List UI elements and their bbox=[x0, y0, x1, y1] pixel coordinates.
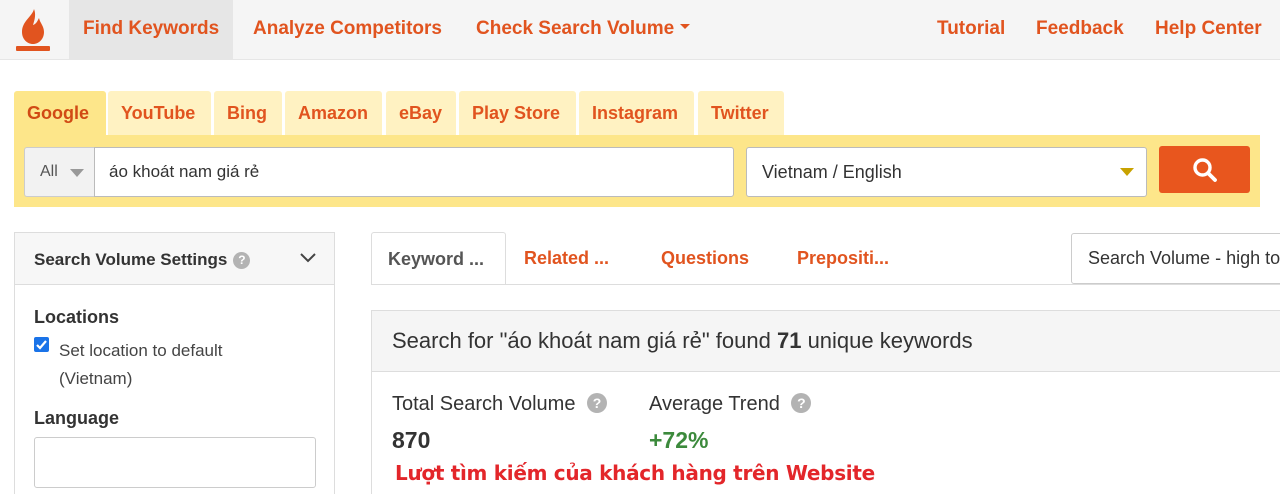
sort-select[interactable]: Search Volume - high to low bbox=[1071, 233, 1280, 284]
nav-help-center[interactable]: Help Center bbox=[1141, 0, 1276, 60]
engine-tab-google[interactable]: Google bbox=[14, 91, 106, 135]
engine-tab-amazon[interactable]: Amazon bbox=[285, 91, 382, 135]
triangle-down-icon bbox=[1120, 168, 1134, 176]
keyword-input[interactable] bbox=[94, 147, 734, 197]
search-bar: All Vietnam / English bbox=[14, 135, 1260, 207]
language-input[interactable] bbox=[34, 437, 316, 488]
engine-tab-twitter[interactable]: Twitter bbox=[698, 91, 784, 135]
caret-down-icon bbox=[680, 24, 691, 30]
engine-tab-instagram[interactable]: Instagram bbox=[579, 91, 694, 135]
search-volume-settings-panel: Search Volume Settings? Locations Set lo… bbox=[14, 232, 335, 494]
engine-tab-play-store[interactable]: Play Store bbox=[459, 91, 576, 135]
engine-tab-bing[interactable]: Bing bbox=[214, 91, 282, 135]
total-search-volume-value: 870 bbox=[392, 427, 431, 453]
question-help-icon[interactable]: ? bbox=[233, 252, 251, 269]
settings-title-text: Search Volume Settings bbox=[34, 250, 228, 269]
annotation-text: Lượt tìm kiếm của khách hàng trên Websit… bbox=[395, 461, 875, 485]
nav-analyze-competitors[interactable]: Analyze Competitors bbox=[239, 0, 456, 60]
average-trend-text: Average Trend bbox=[649, 393, 780, 415]
results-panel: Search for "áo khoát nam giá rẻ" found 7… bbox=[371, 310, 1280, 494]
language-label: Language bbox=[34, 408, 120, 428]
scope-select[interactable]: All bbox=[24, 147, 96, 197]
question-help-icon[interactable]: ? bbox=[587, 393, 607, 413]
nav-feedback[interactable]: Feedback bbox=[1022, 0, 1138, 60]
results-summary: Search for "áo khoát nam giá rẻ" found 7… bbox=[372, 311, 1280, 372]
checkmark-icon bbox=[36, 340, 47, 350]
results-summary-prefix: Search for "áo khoát nam giá rẻ" found bbox=[392, 328, 777, 353]
tab-prepositions[interactable]: Prepositi... bbox=[797, 232, 889, 285]
search-icon bbox=[1193, 158, 1217, 182]
scope-select-value: All bbox=[40, 163, 58, 180]
total-search-volume-text: Total Search Volume bbox=[392, 393, 576, 415]
chevron-down-icon[interactable] bbox=[300, 253, 316, 263]
tabs-divider bbox=[371, 284, 1280, 285]
tab-questions[interactable]: Questions bbox=[661, 232, 749, 285]
engine-tab-youtube[interactable]: YouTube bbox=[108, 91, 211, 135]
results-count: 71 bbox=[776, 328, 802, 353]
nav-tutorial[interactable]: Tutorial bbox=[923, 0, 1019, 60]
total-search-volume-label: Total Search Volume ? bbox=[392, 393, 607, 416]
set-default-location-label: Set location to default (Vietnam) bbox=[59, 341, 223, 388]
settings-panel-header[interactable]: Search Volume Settings? bbox=[15, 233, 334, 285]
top-navbar: Find Keywords Analyze Competitors Check … bbox=[0, 0, 1280, 60]
search-button[interactable] bbox=[1159, 146, 1250, 193]
locations-label: Locations bbox=[34, 307, 120, 327]
tab-related-keywords[interactable]: Related ... bbox=[524, 232, 609, 285]
flame-logo-icon[interactable] bbox=[14, 7, 52, 53]
average-trend-value: +72% bbox=[649, 427, 709, 453]
set-default-location-checkbox[interactable] bbox=[34, 337, 49, 352]
location-language-value: Vietnam / English bbox=[762, 162, 902, 182]
nav-check-search-volume-label: Check Search Volume bbox=[476, 18, 675, 39]
location-language-select[interactable]: Vietnam / English bbox=[746, 147, 1147, 197]
tab-keyword-suggestions[interactable]: Keyword ... bbox=[371, 232, 506, 285]
nav-check-search-volume[interactable]: Check Search Volume bbox=[462, 0, 704, 60]
question-help-icon[interactable]: ? bbox=[791, 393, 812, 413]
settings-panel-title: Search Volume Settings? bbox=[34, 250, 251, 270]
triangle-down-icon bbox=[70, 169, 84, 177]
nav-find-keywords[interactable]: Find Keywords bbox=[69, 0, 234, 60]
engine-tab-ebay[interactable]: eBay bbox=[386, 91, 456, 135]
average-trend-label: Average Trend ? bbox=[649, 393, 812, 416]
results-summary-suffix: unique keywords bbox=[801, 328, 973, 353]
